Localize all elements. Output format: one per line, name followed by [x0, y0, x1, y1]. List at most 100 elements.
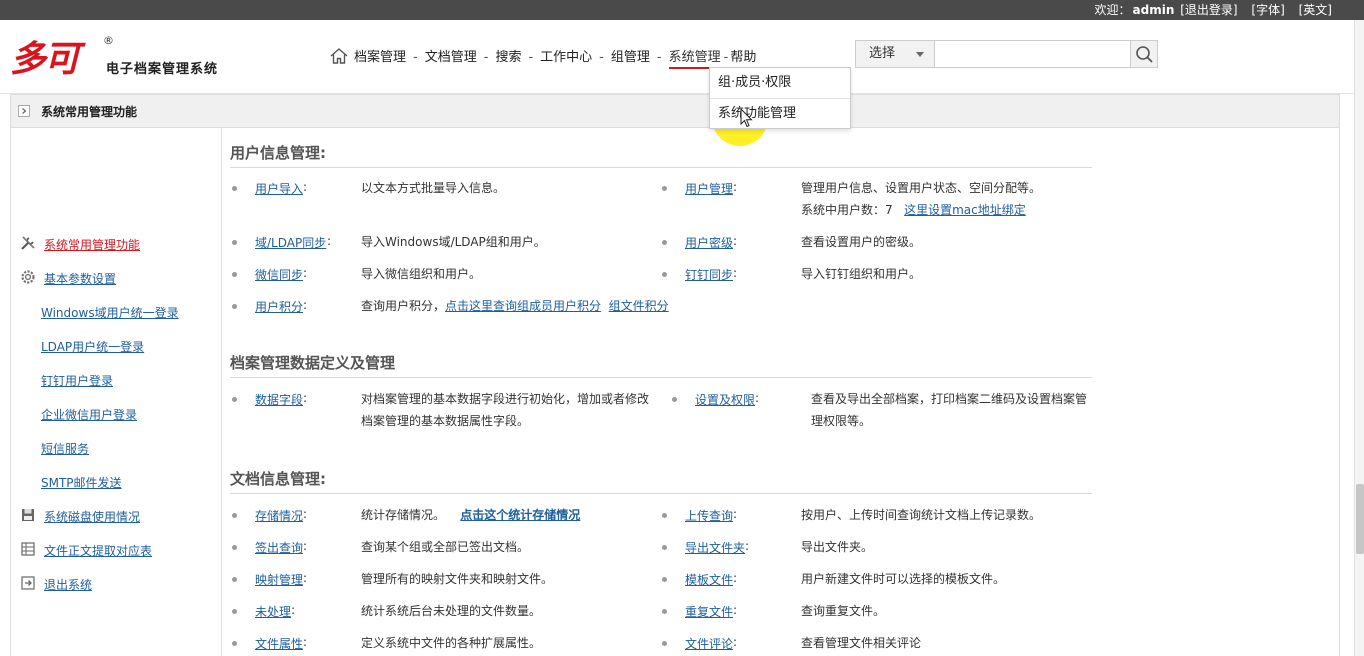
- sidebar-item-label: 钉钉用户登录: [41, 374, 114, 388]
- desc-upload-query: 按用户、上传时间查询统计文档上传记录数。: [801, 508, 1042, 522]
- sidebar-item-label: LDAP用户统一登录: [41, 340, 145, 354]
- link-dingtalk-sync[interactable]: 钉钉同步: [685, 266, 733, 283]
- link-storage-stats[interactable]: 点击这个统计存储情况: [460, 508, 580, 522]
- caret-down-icon: [916, 52, 924, 57]
- colon: :: [755, 391, 760, 405]
- bullet: [672, 397, 677, 402]
- sidebar-item-label: 文件正文提取对应表: [44, 544, 153, 558]
- link-template-file[interactable]: 模板文件: [685, 571, 733, 588]
- bullet: [232, 397, 237, 402]
- nav-archive[interactable]: 档案管理: [354, 46, 406, 65]
- sidebar-item-label: 企业微信用户登录: [41, 408, 138, 422]
- desc-settings-permission: 查看及导出全部档案，打印档案二维码及设置档案管理权限等。: [811, 392, 1088, 428]
- desc-mapping: 管理所有的映射文件夹和映射文件。: [361, 572, 554, 586]
- colon: :: [303, 266, 308, 280]
- link-settings-permission[interactable]: 设置及权限: [695, 391, 755, 408]
- english-link[interactable]: [英文]: [1299, 3, 1332, 17]
- link-wechat-sync[interactable]: 微信同步: [255, 266, 303, 283]
- nav-search[interactable]: 搜索: [495, 46, 521, 65]
- panel-toggle[interactable]: [18, 105, 30, 117]
- content-area: 用户信息管理: 用户导入: 以文本方式批量导入信息。 用户管理: 管理用户信息、…: [230, 128, 1092, 656]
- link-export-folder[interactable]: 导出文件夹: [685, 539, 745, 556]
- menu-system-function[interactable]: 系统功能管理: [710, 98, 850, 128]
- bullet: [662, 186, 667, 191]
- exit-icon: [21, 576, 35, 590]
- link-mac-binding[interactable]: 这里设置mac地址绑定: [904, 203, 1026, 217]
- desc-unprocessed: 统计系统后台未处理的文件数量。: [361, 604, 542, 618]
- link-user-secret-level[interactable]: 用户密级: [685, 234, 733, 251]
- vertical-scrollbar[interactable]: [1354, 20, 1364, 656]
- link-checkout-query[interactable]: 签出查询: [255, 539, 303, 556]
- bullet: [662, 545, 667, 550]
- link-duplicate-files[interactable]: 重复文件: [685, 603, 733, 620]
- bullet: [232, 272, 237, 277]
- disk-icon: [22, 509, 34, 521]
- desc-ldap-sync: 导入Windows域/LDAP组和用户。: [361, 235, 546, 249]
- search-icon: [1136, 46, 1153, 63]
- colon: :: [303, 507, 308, 521]
- menu-group-member-permission[interactable]: 组·成员·权限: [710, 68, 850, 98]
- nav-system[interactable]: 系统管理: [668, 46, 721, 69]
- sidebar-item-label: 短信服务: [41, 442, 90, 456]
- link-user-import[interactable]: 用户导入: [255, 180, 303, 197]
- bullet: [232, 240, 237, 245]
- bullet: [662, 609, 667, 614]
- nav-help[interactable]: 帮助: [730, 46, 756, 65]
- sidebar-item-label: SMTP邮件发送: [41, 476, 122, 490]
- scrollbar-thumb[interactable]: [1356, 484, 1364, 554]
- sidebar-item-label: 基本参数设置: [44, 272, 117, 286]
- nav-group[interactable]: 组管理: [611, 46, 650, 65]
- colon: :: [733, 603, 738, 617]
- search-button[interactable]: [1130, 40, 1158, 68]
- section-title-doc: 文档信息管理:: [230, 468, 1092, 494]
- link-upload-query[interactable]: 上传查询: [685, 507, 733, 524]
- link-data-fields[interactable]: 数据字段: [255, 391, 303, 408]
- logout-link[interactable]: [退出登录]: [1180, 3, 1237, 17]
- header: 多可 ® 电子档案管理系统 档案管理 - 文档管理 - 搜索 - 工作中心 - 组管理 - 系统管理…: [0, 20, 1364, 94]
- link-unprocessed[interactable]: 未处理: [255, 603, 291, 620]
- user-info: 欢迎： admin [退出登录] [字体] [英文]: [1093, 0, 1332, 20]
- link-file-comments[interactable]: 文件评论: [685, 635, 733, 652]
- bullet: [662, 240, 667, 245]
- search-type-label: 选择: [869, 46, 896, 61]
- tools-icon: [21, 236, 35, 250]
- bullet: [662, 577, 667, 582]
- desc-storage: 统计存储情况。 点击这个统计存储情况: [361, 508, 581, 522]
- link-group-member-points[interactable]: 点击这里查询组成员用户积分: [445, 299, 601, 313]
- link-storage[interactable]: 存储情况: [255, 507, 303, 524]
- colon: :: [303, 180, 308, 194]
- bullet: [232, 186, 237, 191]
- link-user-points[interactable]: 用户积分: [255, 298, 303, 315]
- section-title-user: 用户信息管理:: [230, 142, 1092, 168]
- link-group-file-points[interactable]: 组文件积分: [609, 299, 669, 313]
- sidebar: 系统常用管理功能 基本参数设置 Windows域用户统一登录 LDAP用户统一登…: [10, 128, 222, 656]
- desc-duplicate-files: 查询重复文件。: [801, 604, 886, 618]
- mouse-pointer-icon: [740, 108, 753, 128]
- colon: :: [291, 603, 296, 617]
- colon: :: [733, 571, 738, 585]
- desc-checkout-query: 查询某个组或全部已签出文档。: [361, 540, 530, 554]
- logo-mark: 多可: [10, 38, 80, 80]
- nav-document[interactable]: 文档管理: [425, 46, 477, 65]
- colon: :: [303, 571, 308, 585]
- main-nav: 档案管理 - 文档管理 - 搜索 - 工作中心 - 组管理 - 系统管理 - 帮助: [330, 46, 756, 69]
- link-file-attributes[interactable]: 文件属性: [255, 635, 303, 652]
- user-count-text: 系统中用户数：7: [801, 203, 893, 217]
- bullet: [232, 641, 237, 646]
- desc-file-attributes: 定义系统中文件的各种扩展属性。: [361, 636, 542, 650]
- bullet: [232, 304, 237, 309]
- registered-mark: ®: [103, 34, 114, 47]
- link-mapping[interactable]: 映射管理: [255, 571, 303, 588]
- panel-header: 系统常用管理功能: [10, 94, 1340, 128]
- font-link[interactable]: [字体]: [1251, 3, 1284, 17]
- colon: :: [733, 266, 738, 280]
- home-icon[interactable]: [330, 48, 348, 64]
- search-input[interactable]: [935, 40, 1131, 68]
- link-user-manage[interactable]: 用户管理: [685, 180, 733, 197]
- nav-workcenter[interactable]: 工作中心: [540, 46, 592, 65]
- desc-user-points: 查询用户积分，点击这里查询组成员用户积分 组文件积分: [361, 299, 669, 313]
- link-ldap-sync[interactable]: 域/LDAP同步: [255, 234, 326, 251]
- colon: :: [733, 180, 738, 194]
- desc-wechat-sync: 导入微信组织和用户。: [361, 267, 482, 281]
- search-type-select[interactable]: 选择: [855, 40, 935, 68]
